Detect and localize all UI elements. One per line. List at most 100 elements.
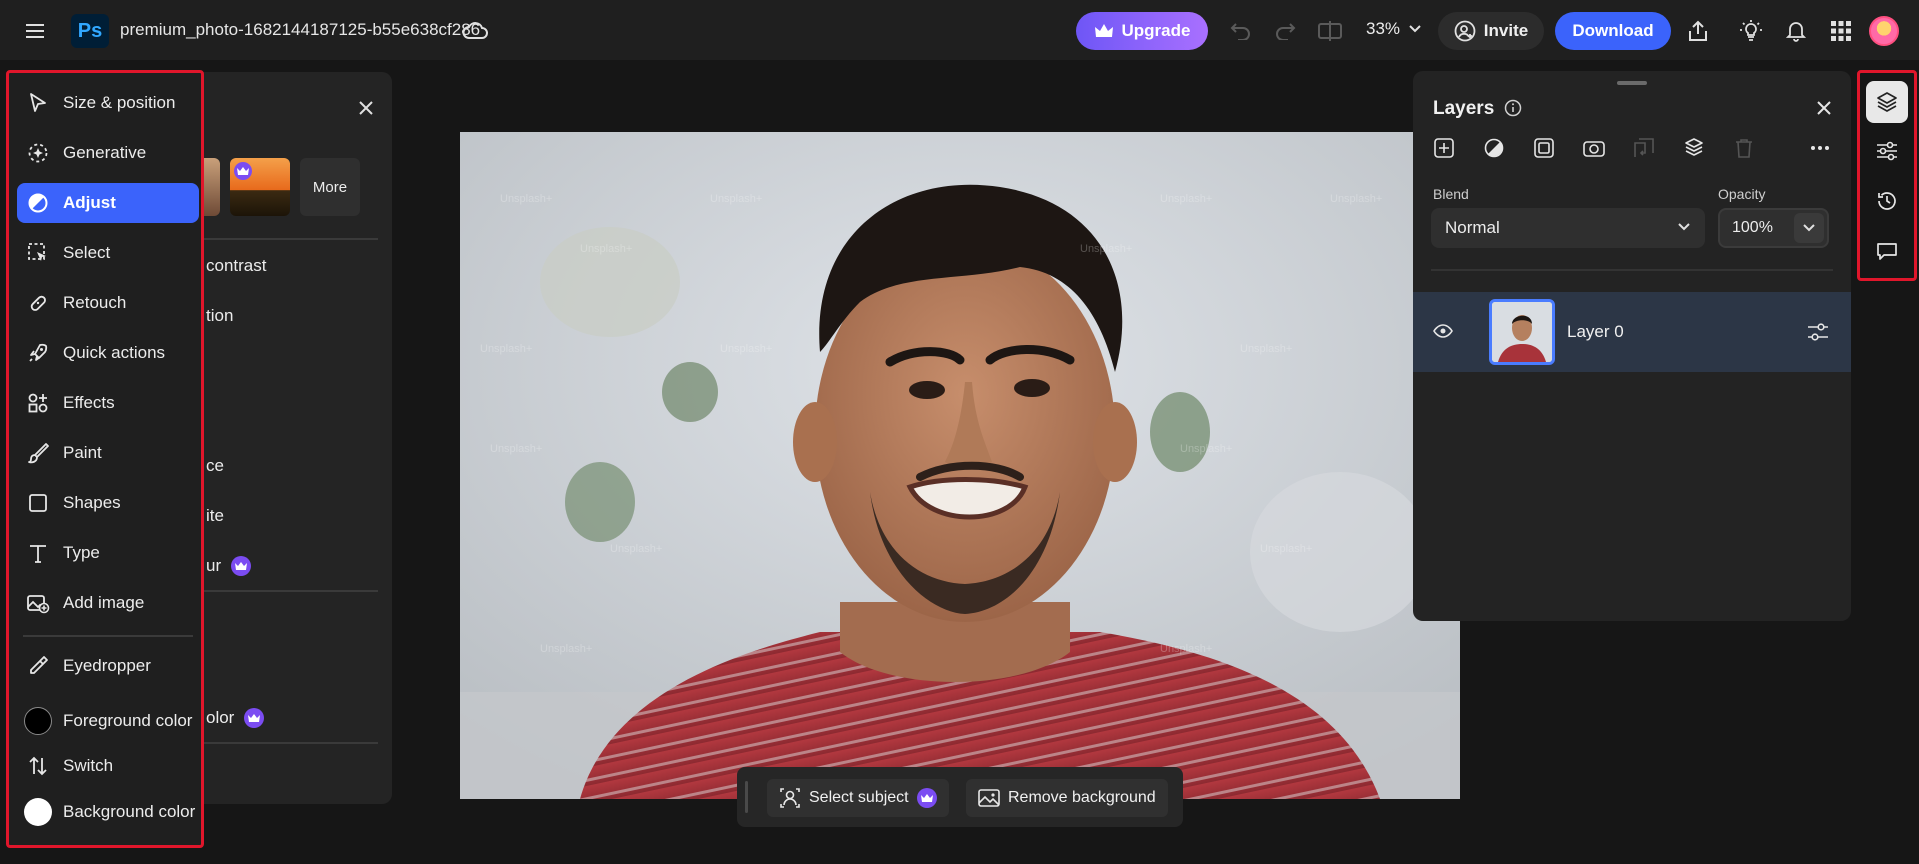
add-image-icon [23, 592, 53, 614]
compare-icon[interactable] [1315, 17, 1345, 45]
brush-icon [23, 442, 53, 464]
menu-icon[interactable] [20, 18, 50, 44]
close-icon[interactable] [354, 96, 378, 120]
comment-icon [1876, 241, 1898, 261]
properties-panel-button[interactable] [1866, 130, 1908, 172]
undo-icon[interactable] [1226, 17, 1256, 45]
adjust-item-saturation[interactable]: tion [206, 306, 233, 326]
apps-grid-icon[interactable] [1826, 16, 1856, 46]
cloud-icon[interactable] [460, 18, 490, 44]
remove-background-icon [978, 788, 1000, 808]
tool-label: Foreground color [63, 711, 193, 730]
layer-row[interactable]: Layer 0 [1413, 292, 1851, 372]
adjust-item-contrast[interactable]: contrast [206, 256, 266, 276]
svg-text:Unsplash+: Unsplash+ [490, 443, 542, 455]
tool-select[interactable]: Select [17, 233, 199, 273]
invite-button[interactable]: Invite [1438, 12, 1544, 50]
rocket-icon [23, 342, 53, 364]
info-icon[interactable] [1502, 97, 1524, 119]
document-title[interactable]: premium_photo-1682144187125-b55e638cf286 [120, 20, 480, 40]
select-subject-button[interactable]: Select subject [767, 779, 949, 817]
blend-mode-dropdown[interactable]: Normal [1431, 208, 1705, 248]
svg-text:Unsplash+: Unsplash+ [1180, 443, 1232, 455]
adjust-item-color[interactable]: olor [206, 708, 265, 728]
adjustment-layer-icon[interactable] [1480, 134, 1508, 162]
tool-eyedropper[interactable]: Eyedropper [17, 646, 199, 686]
tool-label: Background color [63, 802, 196, 821]
adjust-item-balance[interactable]: ce [206, 456, 224, 476]
layer-stack-icon[interactable] [1680, 134, 1708, 162]
adjust-icon [23, 192, 53, 214]
history-panel-button[interactable] [1866, 180, 1908, 222]
tool-size-position[interactable]: Size & position [17, 83, 199, 123]
tool-retouch[interactable]: Retouch [17, 283, 199, 323]
tool-paint[interactable]: Paint [17, 433, 199, 473]
tool-label: Size & position [63, 93, 176, 112]
user-avatar[interactable] [1869, 16, 1899, 46]
tool-adjust[interactable]: Adjust [17, 183, 199, 223]
add-layer-icon[interactable] [1430, 134, 1458, 162]
delete-layer-icon[interactable] [1730, 134, 1758, 162]
comments-panel-button[interactable] [1866, 230, 1908, 272]
contextual-task-bar: Select subject Remove background [737, 767, 1183, 827]
close-icon[interactable] [1812, 96, 1836, 120]
chevron-down-icon [1408, 24, 1422, 34]
layers-panel-button[interactable] [1866, 81, 1908, 123]
svg-text:Unsplash+: Unsplash+ [1240, 343, 1292, 355]
camera-mask-icon[interactable] [1580, 134, 1608, 162]
square-icon [23, 492, 53, 514]
clip-layer-icon[interactable] [1630, 134, 1658, 162]
tool-label: Generative [63, 143, 147, 162]
tool-generative[interactable]: Generative [17, 133, 199, 173]
adjust-item-white[interactable]: ite [206, 506, 224, 526]
more-presets-button[interactable]: More [300, 158, 360, 216]
photoshop-logo[interactable]: Ps [71, 14, 109, 48]
lightbulb-icon[interactable] [1736, 16, 1766, 46]
tool-label: Quick actions [63, 343, 166, 362]
redo-icon[interactable] [1270, 17, 1300, 45]
drag-handle[interactable] [745, 781, 748, 813]
premium-crown-icon [916, 788, 937, 808]
download-button[interactable]: Download [1555, 12, 1671, 50]
panel-drag-handle[interactable] [1617, 81, 1647, 85]
layer-properties-icon[interactable] [1805, 319, 1831, 345]
invite-label: Invite [1483, 21, 1529, 40]
opacity-field[interactable]: 100% [1718, 208, 1829, 248]
foreground-color-swatch[interactable]: Foreground color [17, 701, 199, 741]
layer-thumbnail[interactable] [1489, 299, 1555, 365]
upgrade-button[interactable]: Upgrade [1076, 12, 1208, 50]
share-export-icon[interactable] [1683, 16, 1713, 46]
more-options-icon[interactable] [1806, 134, 1834, 162]
mask-icon[interactable] [1530, 134, 1558, 162]
tool-label: Adjust [63, 193, 116, 212]
zoom-value: 33% [1366, 19, 1401, 38]
premium-crown-icon [231, 556, 252, 576]
zoom-dropdown[interactable]: 33% [1366, 19, 1422, 39]
tool-label: Type [63, 543, 100, 562]
tool-type[interactable]: Type [17, 533, 199, 573]
tool-label: Retouch [63, 293, 127, 312]
tool-label: Select [63, 243, 111, 262]
layer-name[interactable]: Layer 0 [1567, 322, 1624, 342]
bell-icon[interactable] [1781, 16, 1811, 46]
preset-thumbnail-sunset[interactable] [230, 158, 290, 216]
opacity-dropdown-button[interactable] [1794, 213, 1824, 243]
tool-label: Effects [63, 393, 115, 412]
tool-effects[interactable]: Effects [17, 383, 199, 423]
layers-panel: Layers Blend Opacity Normal 100% Layer 0 [1413, 71, 1851, 621]
premium-crown-icon [234, 162, 252, 180]
canvas-image[interactable]: Unsplash+ Unsplash+ Unsplash+ Unsplash+ Uns… [460, 132, 1460, 799]
tool-quick-actions[interactable]: Quick actions [17, 333, 199, 373]
tool-label: Switch [63, 756, 114, 775]
eye-visibility-icon[interactable] [1430, 318, 1456, 344]
divider [1431, 269, 1833, 271]
tool-add-image[interactable]: Add image [17, 583, 199, 623]
blend-mode-value: Normal [1445, 218, 1500, 237]
background-color-swatch[interactable]: Background color [17, 792, 199, 832]
remove-background-button[interactable]: Remove background [966, 779, 1168, 817]
switch-colors-button[interactable]: Switch [17, 746, 199, 786]
adjust-item-blur[interactable]: ur [206, 556, 252, 576]
tool-shapes[interactable]: Shapes [17, 483, 199, 523]
eyedropper-icon [23, 655, 53, 677]
toolbar-divider [23, 635, 193, 637]
